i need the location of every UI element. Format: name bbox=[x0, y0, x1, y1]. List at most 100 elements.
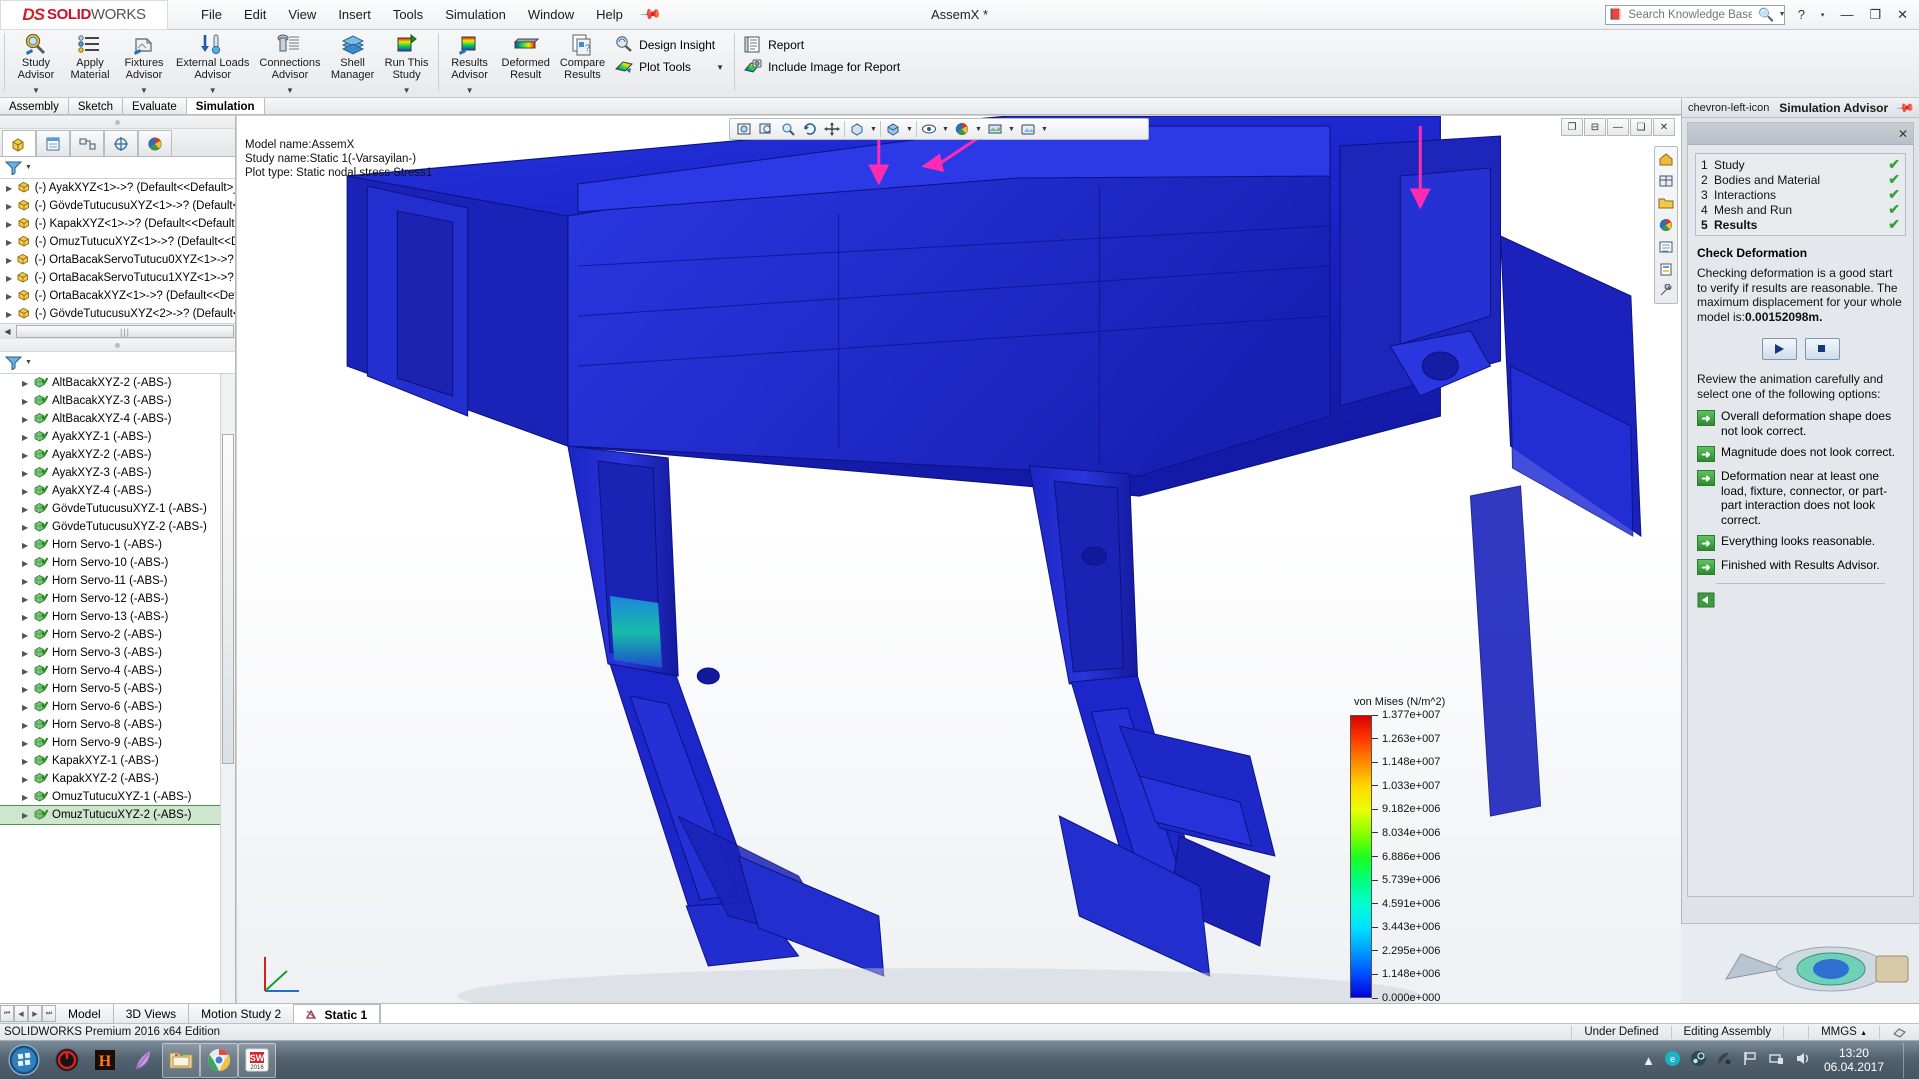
menu-window[interactable]: Window bbox=[517, 3, 585, 26]
body-list-item[interactable]: ▶ Horn Servo-8 (-ABS-) bbox=[0, 716, 235, 734]
bottom-tab-static-1[interactable]: Static 1 bbox=[294, 1004, 381, 1023]
tab-first-button[interactable]: ⏮ bbox=[0, 1005, 14, 1022]
search-icon[interactable]: 🔍 bbox=[1758, 7, 1774, 23]
rotate-view-icon[interactable] bbox=[800, 120, 820, 138]
chevron-down-icon[interactable]: ▼ bbox=[941, 120, 950, 138]
body-list-item[interactable]: ▶ Horn Servo-4 (-ABS-) bbox=[0, 662, 235, 680]
body-list-item[interactable]: ▶ Horn Servo-9 (-ABS-) bbox=[0, 734, 235, 752]
expand-arrow-icon[interactable]: ▶ bbox=[22, 487, 30, 496]
expand-arrow-icon[interactable]: ▶ bbox=[22, 541, 30, 550]
chevron-down-icon[interactable]: ▼ bbox=[869, 120, 878, 138]
expand-arrow-icon[interactable]: ▶ bbox=[22, 757, 30, 766]
chevron-down-icon[interactable]: ▼ bbox=[974, 120, 983, 138]
body-list-item[interactable]: ▶ AyakXYZ-2 (-ABS-) bbox=[0, 446, 235, 464]
body-list-item[interactable]: ▶ Horn Servo-2 (-ABS-) bbox=[0, 626, 235, 644]
body-list-item[interactable]: ▶ GövdeTutucusuXYZ-2 (-ABS-) bbox=[0, 518, 235, 536]
apply-scene-icon[interactable] bbox=[985, 120, 1005, 138]
zoom-to-area-icon[interactable] bbox=[756, 120, 776, 138]
chevron-down-icon[interactable]: ▼ bbox=[403, 87, 411, 96]
display-manager-tab[interactable] bbox=[138, 130, 172, 156]
expand-arrow-icon[interactable]: ▶ bbox=[6, 202, 14, 211]
restore-button[interactable]: ❐ bbox=[1866, 7, 1884, 23]
expand-arrow-icon[interactable]: ▶ bbox=[22, 793, 30, 802]
body-list-item[interactable]: ▶ AyakXYZ-1 (-ABS-) bbox=[0, 428, 235, 446]
assembly-tree-row[interactable]: ▶ (-) AyakXYZ<1>->? (Default<<Default>_I bbox=[0, 179, 235, 197]
expand-arrow-icon[interactable]: ▶ bbox=[22, 577, 30, 586]
chevron-down-icon[interactable]: ▼ bbox=[1040, 120, 1049, 138]
chevron-down-icon[interactable]: ▼ bbox=[466, 87, 474, 96]
bottom-tab-motion-study-2[interactable]: Motion Study 2 bbox=[189, 1004, 295, 1023]
configuration-manager-tab[interactable] bbox=[70, 130, 104, 156]
body-list-item[interactable]: ▶ Horn Servo-13 (-ABS-) bbox=[0, 608, 235, 626]
advisor-option[interactable]: ➜ Everything looks reasonable. bbox=[1697, 534, 1904, 551]
simulation-bodies-tree[interactable]: ▶ AltBacakXYZ-2 (-ABS-) ▶ AltBacakXYZ-3 (-A… bbox=[0, 374, 235, 1018]
body-list-item[interactable]: ▶ OmuzTutucuXYZ-1 (-ABS-) bbox=[0, 788, 235, 806]
body-list-item[interactable]: ▶ AltBacakXYZ-2 (-ABS-) bbox=[0, 374, 235, 392]
body-list-item[interactable]: ▶ Horn Servo-10 (-ABS-) bbox=[0, 554, 235, 572]
property-manager-tab[interactable] bbox=[36, 130, 70, 156]
menu-tools[interactable]: Tools bbox=[382, 3, 434, 26]
dimxpert-manager-tab[interactable] bbox=[104, 130, 138, 156]
body-list-item[interactable]: ▶ Horn Servo-11 (-ABS-) bbox=[0, 572, 235, 590]
advisor-step[interactable]: 4 Mesh and Run ✔ bbox=[1701, 201, 1900, 217]
stop-button[interactable] bbox=[1804, 338, 1840, 360]
body-list-item[interactable]: ▶ AltBacakXYZ-4 (-ABS-) bbox=[0, 410, 235, 428]
scroll-left-arrow[interactable]: ◀ bbox=[0, 327, 15, 336]
assembly-tree-row[interactable]: ▶ (-) KapakXYZ<1>->? (Default<<Default> bbox=[0, 215, 235, 233]
chevron-down-icon[interactable]: ▼ bbox=[905, 120, 914, 138]
bodies-tree-scrollbar[interactable] bbox=[220, 374, 235, 1018]
assembly-tree-row[interactable]: ▶ (-) OrtaBacakXYZ<1>->? (Default<<Defa bbox=[0, 287, 235, 305]
body-list-item[interactable]: ▶ Horn Servo-12 (-ABS-) bbox=[0, 590, 235, 608]
advisor-step[interactable]: 2 Bodies and Material ✔ bbox=[1701, 171, 1900, 187]
zoom-in-out-icon[interactable] bbox=[778, 120, 798, 138]
tree-horizontal-scrollbar[interactable]: ◀ ||| bbox=[0, 323, 235, 339]
tab-sketch[interactable]: Sketch bbox=[68, 98, 124, 114]
taskbar-clock[interactable]: 13:20 06.04.2017 bbox=[1820, 1046, 1894, 1074]
expand-arrow-icon[interactable]: ▶ bbox=[22, 451, 30, 460]
zoom-to-fit-icon[interactable] bbox=[734, 120, 754, 138]
display-pane-icon[interactable] bbox=[1656, 237, 1676, 257]
body-list-item[interactable]: ▶ AyakXYZ-3 (-ABS-) bbox=[0, 464, 235, 482]
expand-arrow-icon[interactable]: ▶ bbox=[22, 667, 30, 676]
mdi-prev-button[interactable]: ❐ bbox=[1561, 118, 1583, 136]
satellite-icon[interactable] bbox=[1716, 1050, 1733, 1070]
chrome-icon[interactable] bbox=[200, 1042, 238, 1078]
body-list-item[interactable]: ▶ AyakXYZ-4 (-ABS-) bbox=[0, 482, 235, 500]
scroll-thumb[interactable] bbox=[222, 434, 234, 764]
expand-arrow-icon[interactable]: ▶ bbox=[22, 649, 30, 658]
chevron-down-icon[interactable]: ▼ bbox=[286, 87, 294, 96]
mdi-close-button[interactable]: ✕ bbox=[1653, 118, 1675, 136]
units-selector[interactable]: MMGS ▲ bbox=[1808, 1025, 1879, 1039]
expand-arrow-icon[interactable]: ▶ bbox=[22, 631, 30, 640]
expand-arrow-icon[interactable]: ▶ bbox=[22, 775, 30, 784]
chevron-down-icon[interactable]: ▼ bbox=[25, 164, 32, 171]
advisor-option[interactable]: ➜ Deformation near at least one load, fix… bbox=[1697, 469, 1904, 527]
chevron-left-icon[interactable]: chevron-left-icon bbox=[1688, 102, 1769, 114]
feather-icon[interactable] bbox=[124, 1043, 162, 1078]
expand-arrow-icon[interactable]: ▶ bbox=[22, 469, 30, 478]
study-advisor-button[interactable]: Study Advisor ▼ bbox=[9, 30, 63, 96]
chevron-down-icon[interactable]: ▼ bbox=[1007, 120, 1016, 138]
body-list-item[interactable]: ▶ Horn Servo-5 (-ABS-) bbox=[0, 680, 235, 698]
windows-start-icon[interactable] bbox=[0, 1043, 48, 1078]
minimize-button[interactable]: — bbox=[1837, 7, 1856, 22]
compare-results-button[interactable]: ? Compare Results bbox=[555, 30, 610, 96]
deformed-result-button[interactable]: Deformed Result bbox=[497, 30, 555, 96]
assembly-tree-row[interactable]: ▶ (-) GövdeTutucusuXYZ<1>->? (Default<< bbox=[0, 197, 235, 215]
body-list-item[interactable]: ▶ Horn Servo-6 (-ABS-) bbox=[0, 698, 235, 716]
network-icon[interactable] bbox=[1768, 1050, 1785, 1070]
solidworks-icon[interactable]: SW 2016 bbox=[238, 1042, 276, 1078]
flag-icon[interactable] bbox=[1742, 1050, 1759, 1070]
advisor-step[interactable]: 3 Interactions ✔ bbox=[1701, 186, 1900, 202]
play-button[interactable] bbox=[1761, 338, 1797, 360]
results-advisor-button[interactable]: Results Advisor ▼ bbox=[443, 30, 497, 96]
hotspot-icon[interactable]: H bbox=[86, 1043, 124, 1078]
custom-properties-icon[interactable] bbox=[1656, 259, 1676, 279]
mdi-next-button[interactable]: ⊟ bbox=[1584, 118, 1606, 136]
menu-help[interactable]: Help bbox=[585, 3, 634, 26]
steam-icon[interactable] bbox=[1690, 1050, 1707, 1070]
connections-advisor-button[interactable]: Connections Advisor ▼ bbox=[254, 30, 325, 96]
mdi-maximize-button[interactable]: ❑ bbox=[1630, 118, 1652, 136]
pan-icon[interactable] bbox=[822, 120, 842, 138]
tree-filter-bar-bottom[interactable]: ▼ bbox=[0, 352, 235, 374]
